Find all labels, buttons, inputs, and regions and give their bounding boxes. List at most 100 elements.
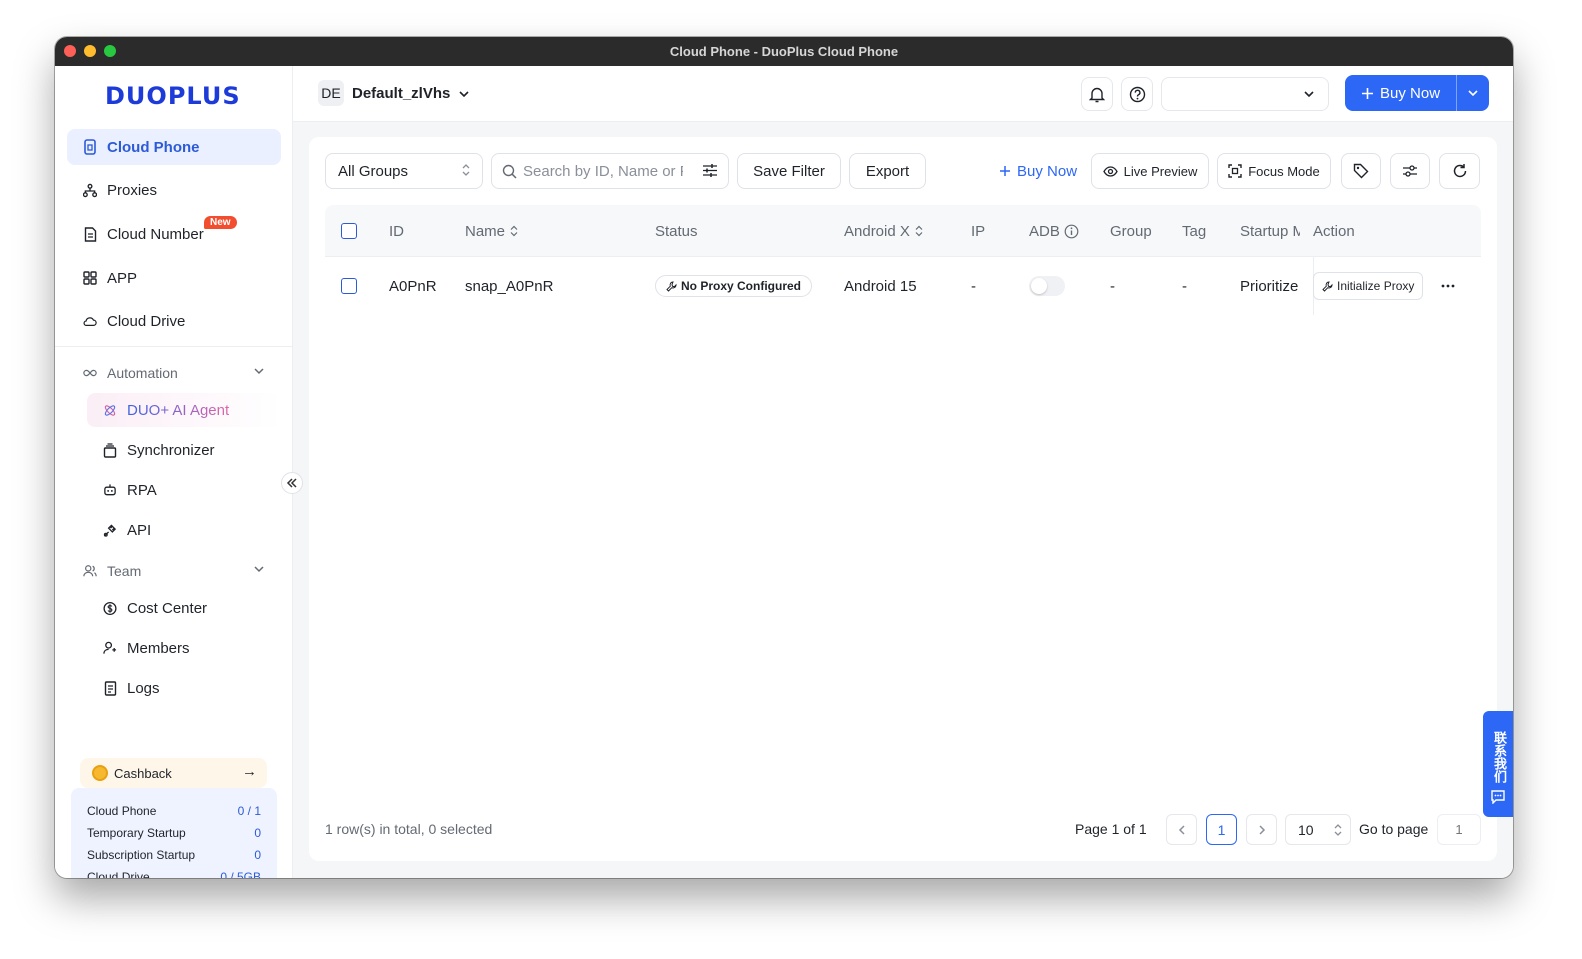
buy-now-button[interactable]: Buy Now <box>1345 75 1456 111</box>
refresh-button[interactable] <box>1439 153 1480 189</box>
quota-value: 0 / 5GB <box>220 870 261 878</box>
sidebar-item-cloud-phone[interactable]: Cloud Phone <box>67 129 281 165</box>
advanced-filter-button[interactable] <box>702 163 718 178</box>
sidebar-item-label: API <box>127 521 152 539</box>
next-page-button[interactable] <box>1246 814 1277 845</box>
cloud-icon <box>83 314 97 328</box>
cell-startup: Prioritize <box>1240 277 1299 295</box>
title-bar: Cloud Phone - DuoPlus Cloud Phone <box>55 37 1513 66</box>
buy-now-dropdown-button[interactable] <box>1457 87 1489 99</box>
buy-now-label: Buy Now <box>1380 84 1441 102</box>
quota-row: Temporary Startup 0 <box>87 822 261 844</box>
close-window-button[interactable] <box>64 45 76 57</box>
logs-icon <box>103 680 117 696</box>
sidebar-item-cloud-number[interactable]: Cloud Number New <box>67 216 281 252</box>
search-box <box>491 153 729 189</box>
row-checkbox[interactable] <box>341 278 357 294</box>
more-actions-button[interactable] <box>1441 257 1455 315</box>
page-info: Page 1 of 1 <box>1075 821 1147 837</box>
automation-section-toggle[interactable]: Automation <box>67 358 281 388</box>
table-row[interactable]: A0PnR snap_A0PnR No Proxy Configured And… <box>325 257 1481 315</box>
window-title: Cloud Phone - DuoPlus Cloud Phone <box>669 44 899 59</box>
live-preview-button[interactable]: Live Preview <box>1091 153 1209 189</box>
help-button[interactable] <box>1121 77 1153 111</box>
sidebar-item-label: Cloud Number <box>107 225 204 243</box>
sidebar-item-app[interactable]: APP <box>67 260 281 296</box>
column-header-label: Name <box>465 222 506 240</box>
help-icon <box>1129 86 1145 102</box>
column-header-label: Android X <box>844 222 910 240</box>
automation-label: Automation <box>107 365 178 381</box>
info-icon[interactable] <box>1064 224 1079 239</box>
cell-action: Initialize Proxy <box>1313 257 1424 315</box>
maximize-window-button[interactable] <box>104 45 116 57</box>
sidebar-item-cloud-drive[interactable]: Cloud Drive <box>67 303 281 339</box>
eye-icon <box>1102 165 1118 177</box>
goto-page-input[interactable] <box>1437 814 1481 845</box>
save-filter-button[interactable]: Save Filter <box>737 153 841 189</box>
status-label: No Proxy Configured <box>681 279 802 293</box>
cell-name[interactable]: snap_A0PnR <box>465 257 553 315</box>
sidebar-item-members[interactable]: Members <box>87 631 281 665</box>
prev-page-button[interactable] <box>1166 814 1197 845</box>
collapse-sidebar-button[interactable] <box>281 472 303 494</box>
workspace-avatar: DE <box>318 80 344 106</box>
quota-row: Cloud Phone 0 / 1 <box>87 800 261 822</box>
atom-icon <box>103 403 117 417</box>
chevron-down-icon <box>459 90 469 97</box>
export-button[interactable]: Export <box>849 153 926 189</box>
initialize-proxy-button[interactable]: Initialize Proxy <box>1313 272 1424 300</box>
tag-button[interactable] <box>1341 153 1381 189</box>
cashback-banner[interactable]: Cashback → <box>80 758 267 788</box>
sliders-icon <box>703 164 717 177</box>
column-settings-button[interactable] <box>1390 153 1430 189</box>
group-select[interactable]: All Groups <box>325 153 483 189</box>
chat-icon <box>1491 790 1505 804</box>
sort-updown-icon <box>462 163 470 177</box>
sidebar-item-label: Cloud Drive <box>107 312 186 330</box>
column-header-android[interactable]: Android X <box>844 205 924 257</box>
quota-panel: Cloud Phone 0 / 1 Temporary Startup 0 Su… <box>71 788 277 878</box>
buy-now-split-button: Buy Now <box>1345 75 1489 111</box>
select-all-checkbox[interactable] <box>341 223 357 239</box>
page-size-select[interactable]: 10 <box>1285 814 1351 845</box>
column-header-id: ID <box>389 222 404 240</box>
contact-us-tab[interactable]: 联系我们 <box>1483 711 1513 817</box>
sidebar-item-ai-agent[interactable]: DUO+ AI Agent <box>87 393 281 427</box>
adb-toggle[interactable] <box>1029 276 1065 296</box>
window-controls <box>64 45 116 57</box>
focus-mode-button[interactable]: Focus Mode <box>1217 153 1331 189</box>
search-input[interactable] <box>523 162 683 180</box>
quota-value: 0 / 1 <box>237 804 261 818</box>
column-header-tag: Tag <box>1182 222 1207 240</box>
group-select-value: All Groups <box>338 162 409 180</box>
team-section-toggle[interactable]: Team <box>67 556 281 586</box>
sidebar-item-synchronizer[interactable]: Synchronizer <box>87 433 281 467</box>
minimize-window-button[interactable] <box>84 45 96 57</box>
sidebar-item-logs[interactable]: Logs <box>87 671 281 705</box>
goto-page-label: Go to page <box>1359 821 1429 837</box>
column-header-startup: Startup M <box>1240 222 1300 240</box>
sidebar-divider <box>55 346 293 347</box>
header-select[interactable] <box>1161 77 1329 111</box>
sort-updown-icon <box>1334 823 1342 837</box>
stack-icon <box>103 442 117 458</box>
new-badge: New <box>204 216 237 229</box>
sidebar-item-rpa[interactable]: RPA <box>87 473 281 507</box>
quota-label: Temporary Startup <box>87 826 186 840</box>
members-icon <box>103 641 117 655</box>
status-badge: No Proxy Configured <box>655 275 813 297</box>
team-label: Team <box>107 563 142 579</box>
duoplus-logo[interactable]: DUOPLUS <box>105 82 241 110</box>
sidebar-item-proxies[interactable]: Proxies <box>67 172 281 208</box>
column-header-name[interactable]: Name <box>465 205 519 257</box>
sidebar-item-api[interactable]: API <box>87 513 281 547</box>
column-header-label: ADB <box>1029 222 1060 240</box>
notifications-button[interactable] <box>1081 77 1113 111</box>
app-window: Cloud Phone - DuoPlus Cloud Phone DUOPLU… <box>55 37 1513 878</box>
workspace-switcher[interactable]: Default_zlVhs <box>352 85 470 102</box>
buy-now-link[interactable]: Buy Now <box>999 153 1077 189</box>
page-number-button[interactable]: 1 <box>1206 814 1237 845</box>
row-select-cell <box>341 257 357 315</box>
sidebar-item-cost-center[interactable]: Cost Center <box>87 591 281 625</box>
